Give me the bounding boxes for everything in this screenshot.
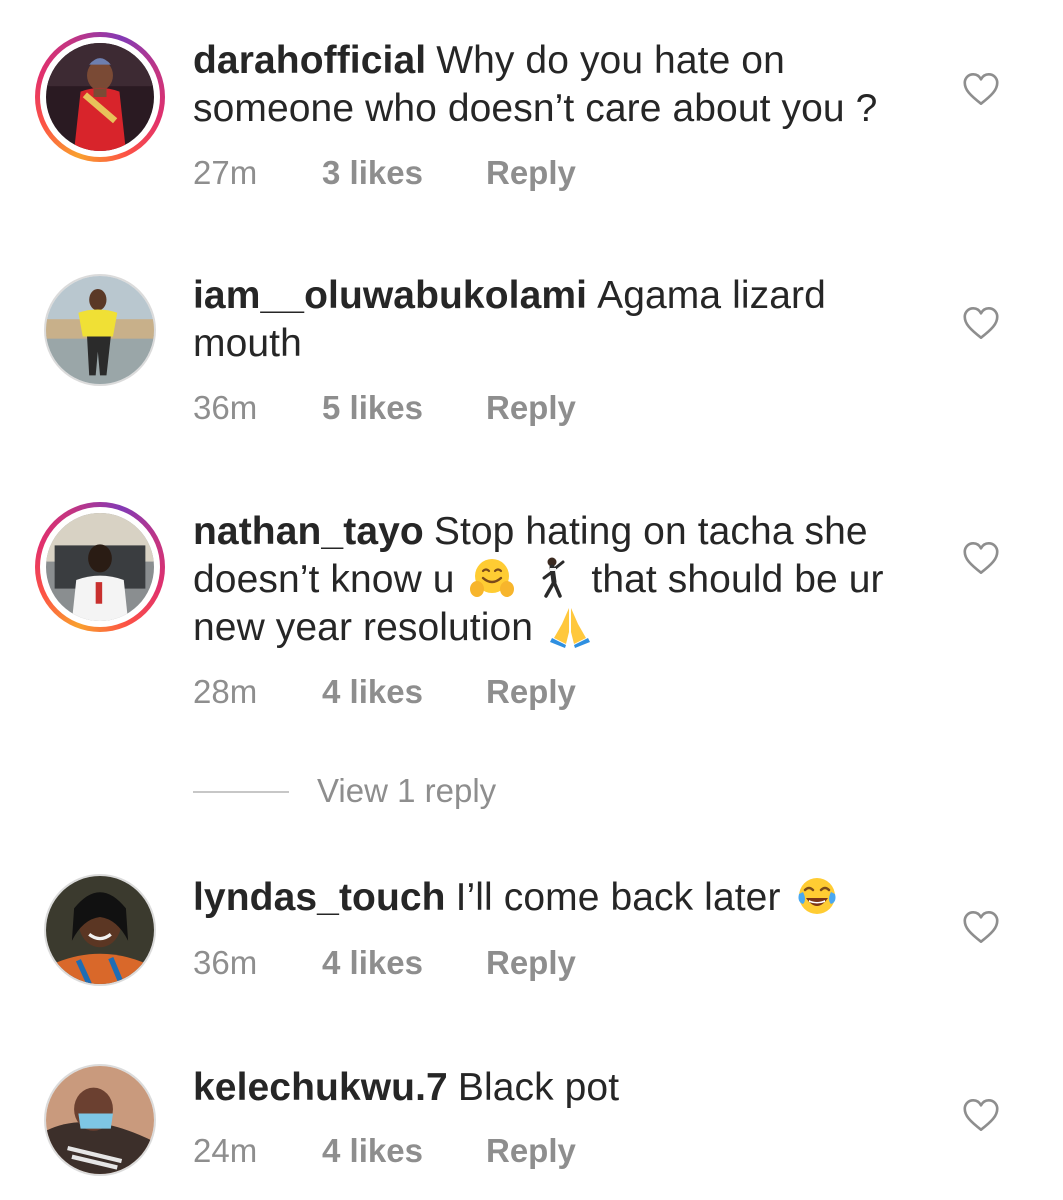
comment-body: that should be ur (591, 558, 884, 601)
comment-likes[interactable]: 4 likes (322, 1132, 423, 1170)
comment-username[interactable]: nathan_tayo (193, 510, 424, 553)
avatar[interactable] (44, 874, 156, 986)
avatar[interactable] (35, 32, 165, 162)
view-replies-label[interactable]: View 1 reply (317, 772, 496, 810)
comment-likes[interactable]: 4 likes (322, 944, 423, 982)
comment-text-block: darahofficial Why do you hate on someone … (193, 37, 923, 133)
folded-hands-emoji (548, 604, 592, 648)
comment-username[interactable]: iam__oluwabukolami (193, 274, 587, 317)
heart-icon[interactable] (962, 72, 1000, 106)
reply-button[interactable]: Reply (486, 1132, 576, 1170)
avatar[interactable] (35, 502, 165, 632)
comment-text-block: lyndas_touch I’ll come back later (193, 874, 923, 922)
hugging-face-emoji (469, 556, 514, 600)
comment-likes[interactable]: 3 likes (322, 154, 423, 192)
reply-button[interactable]: Reply (486, 389, 576, 427)
comment-time: 24m (193, 1132, 258, 1169)
heart-icon[interactable] (962, 1098, 1000, 1132)
face-with-tears-of-joy-emoji (795, 874, 839, 918)
comment-time: 36m (193, 389, 258, 426)
man-dancing-emoji (532, 556, 576, 600)
comment-text-block: iam__oluwabukolami Agama lizard mouth (193, 272, 923, 368)
comment-likes[interactable]: 5 likes (322, 389, 423, 427)
comment-body: new year resolution (193, 606, 534, 649)
comment-username[interactable]: kelechukwu.7 (193, 1066, 448, 1109)
heart-icon[interactable] (962, 541, 1000, 575)
reply-button[interactable]: Reply (486, 944, 576, 982)
comment-body: I’ll come back later (455, 876, 781, 919)
avatar[interactable] (44, 274, 156, 386)
reply-button[interactable]: Reply (486, 673, 576, 711)
comment-username[interactable]: darahofficial (193, 39, 426, 82)
heart-icon[interactable] (962, 910, 1000, 944)
comment-likes[interactable]: 4 likes (322, 673, 423, 711)
comment-time: 36m (193, 944, 258, 981)
comment-body: Black pot (457, 1066, 620, 1109)
comment-body: Stop hating on tacha she (433, 510, 868, 553)
comment-text-block: kelechukwu.7 Black pot (193, 1064, 923, 1112)
avatar[interactable] (44, 1064, 156, 1176)
comment-body: doesn’t know u (193, 558, 455, 601)
comment-text-block: nathan_tayo Stop hating on tacha she does… (193, 508, 923, 652)
comment-time: 27m (193, 154, 258, 191)
heart-icon[interactable] (962, 306, 1000, 340)
comment-time: 28m (193, 673, 258, 710)
reply-button[interactable]: Reply (486, 154, 576, 192)
divider-line (193, 791, 289, 793)
comment-username[interactable]: lyndas_touch (193, 876, 446, 919)
